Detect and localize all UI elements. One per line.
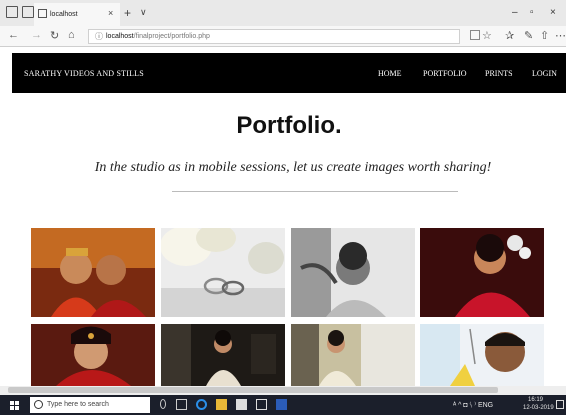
divider (172, 191, 458, 192)
site-info-icon[interactable]: ⓘ (95, 31, 103, 42)
close-window-button[interactable]: × (550, 7, 556, 18)
gallery-photo-bride-window[interactable] (161, 324, 285, 386)
refresh-button[interactable]: ↻ (50, 29, 59, 42)
system-tray-icons[interactable]: ᴬ ^ ◘ ⁽ᵢ ⁾ ENG (453, 401, 493, 409)
new-tab-button[interactable]: + (124, 6, 131, 20)
site-brand[interactable]: SARATHY VIDEOS AND STILLS (24, 69, 144, 78)
back-button[interactable]: ← (8, 29, 19, 41)
favorites-icon[interactable]: ✰ (505, 29, 514, 42)
microphone-icon[interactable] (160, 399, 166, 409)
search-placeholder: Type here to search (47, 401, 109, 408)
file-explorer-icon[interactable] (216, 399, 227, 410)
home-button[interactable]: ⌂ (68, 29, 75, 41)
windows-start-icon[interactable] (10, 401, 20, 411)
forward-button[interactable]: → (31, 29, 42, 41)
tab-preview-icon[interactable] (22, 6, 34, 18)
nav-link-home[interactable]: HOME (378, 69, 402, 78)
gallery-photo-bride-monochrome[interactable] (291, 228, 415, 317)
edge-browser-icon[interactable] (196, 399, 207, 410)
minimize-button[interactable]: – (512, 7, 518, 18)
word-icon[interactable] (276, 399, 287, 410)
page-icon (38, 9, 47, 18)
url-host: localhost (106, 33, 134, 40)
share-icon[interactable]: ⇧ (540, 29, 549, 42)
mail-icon[interactable] (256, 399, 267, 410)
url-path: /finalproject/portfolio.php (133, 33, 210, 40)
scrollbar-thumb[interactable] (8, 387, 498, 393)
tab-menu-chevron-icon[interactable]: ∨ (140, 7, 147, 18)
tab-title: localhost (50, 11, 78, 18)
gallery-photo-groom[interactable] (420, 324, 544, 386)
gallery-photo-bride-portrait[interactable] (31, 324, 155, 386)
tab-close-icon[interactable]: × (108, 8, 113, 18)
page-tagline: In the studio as in mobile sessions, let… (94, 160, 492, 175)
maximize-button[interactable]: ▫ (530, 7, 534, 18)
favorite-star-icon[interactable]: ☆ (482, 29, 492, 42)
gallery-photo-bride-red-saree[interactable] (420, 228, 544, 317)
gallery-photo-bride-soft-light[interactable] (291, 324, 415, 386)
gallery-photo-bride-groom[interactable] (31, 228, 155, 317)
clock-time[interactable]: 16:19 (528, 397, 543, 403)
store-icon[interactable] (236, 399, 247, 410)
gallery-photo-rings[interactable] (161, 228, 285, 317)
tab-manager-icon[interactable] (6, 6, 18, 18)
notes-icon[interactable]: ✎ (524, 29, 533, 42)
nav-link-portfolio[interactable]: PORTFOLIO (423, 69, 467, 78)
task-view-icon[interactable] (176, 399, 187, 410)
cortana-icon (34, 400, 43, 409)
notification-center-icon[interactable] (556, 400, 564, 409)
nav-link-prints[interactable]: PRINTS (485, 69, 513, 78)
url-text: localhost/finalproject/portfolio.php (106, 33, 210, 40)
nav-link-login[interactable]: LOGIN (532, 69, 557, 78)
clock-date[interactable]: 12-03-2019 (523, 405, 554, 411)
more-menu-icon[interactable]: ⋯ (555, 29, 566, 42)
page-title: Portfolio. (236, 112, 342, 139)
reading-view-icon[interactable] (470, 30, 480, 40)
